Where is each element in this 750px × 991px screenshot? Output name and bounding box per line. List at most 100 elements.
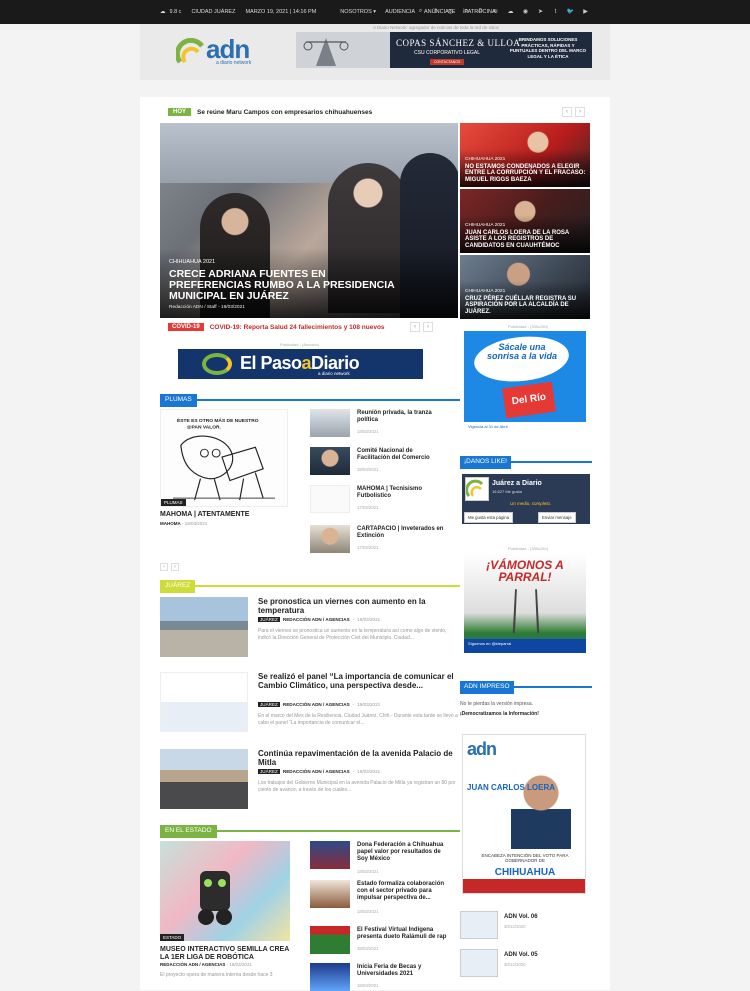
- menu-audiencia[interactable]: AUDIENCIA: [385, 9, 415, 15]
- plumas-list-item[interactable]: Comité Nacional de Facilitación del Come…: [310, 447, 450, 475]
- top-bar: ☁ 9.8 c CIUDAD JUÁREZ MARZO 19, 2021 | 1…: [0, 0, 750, 24]
- page-avatar: [465, 477, 489, 501]
- author: REDACCIÓN ADN / AGENCIAS: [160, 962, 226, 967]
- article-thumbnail[interactable]: [160, 749, 248, 809]
- soundcloud-icon[interactable]: ☁: [506, 7, 515, 16]
- social-icons: ⌕ f ◎ in P ≋ ☁ ◉ ➤ t 🐦 ▶: [416, 7, 590, 16]
- impreso-line-2: ¡Democratizamos la Información!: [460, 711, 539, 717]
- spotify-icon[interactable]: ◉: [521, 7, 530, 16]
- youtube-icon[interactable]: ▶: [581, 7, 590, 16]
- item-date: 18/03/2021: [357, 467, 379, 472]
- next-page-icon[interactable]: ›: [171, 563, 179, 571]
- article-meta: JUÁREZ REDACCIÓN ADN / AGENCIAS -19/03/202…: [258, 769, 381, 774]
- del-rio-ad[interactable]: Sácale una sonrisa a la vida Del Río Vig…: [464, 331, 586, 431]
- plumas-list-item[interactable]: MAHOMA | Tecnisismo Futbolístico 17/03/2…: [310, 485, 450, 513]
- section-header-plumas: PLUMAS: [160, 388, 460, 407]
- fb-like-button[interactable]: Me gusta esta página: [464, 512, 514, 523]
- page-name[interactable]: Juárez a Diario: [492, 480, 542, 487]
- news-ticker: HOY Se reúne Maru Campos con empresarios…: [168, 107, 372, 117]
- article-title[interactable]: Continúa repavimentación de la avenida P…: [258, 749, 458, 768]
- item-date: 17/03/2021: [357, 545, 379, 550]
- magazine-volume-item[interactable]: ADN Vol. 05 30/12/2020: [460, 949, 590, 977]
- widget-title: ¡DANOS LIKE!: [460, 456, 511, 469]
- ticker-headline[interactable]: Se reúne Maru Campos con empresarios chi…: [197, 109, 372, 116]
- estado-list-item[interactable]: Dona Federación a Chihuahua papel valor …: [310, 841, 450, 874]
- law-firm-banner-ad[interactable]: COPAS SÁNCHEZ & ULLOA CSU CORPORATIVO LE…: [296, 32, 592, 68]
- covid-headline[interactable]: COVID-19: Reporta Salud 24 fallecimiento…: [210, 324, 385, 331]
- magazine-volume-item[interactable]: ADN Vol. 06 30/12/2020: [460, 911, 590, 939]
- mine-tower-icon: [512, 589, 540, 633]
- prev-arrow-icon[interactable]: ‹: [410, 322, 420, 332]
- city-label: CIUDAD JUÁREZ: [191, 9, 236, 15]
- plumas-list-item[interactable]: CARTAPACIO | Inveterados en Extinción 17…: [310, 525, 450, 553]
- article-title[interactable]: Se pronostica un viernes con aumento en …: [258, 597, 458, 616]
- linkedin-icon[interactable]: in: [461, 7, 470, 16]
- ad-slogan: Sácale una sonrisa a la vida: [486, 342, 558, 361]
- plumas-main-title[interactable]: MAHOMA | ATENTAMENTE: [160, 511, 249, 518]
- hero-title: CRECE ADRIANA FUENTES EN PREFERENCIAS RU…: [169, 268, 395, 303]
- twitter-icon[interactable]: 🐦: [566, 7, 575, 16]
- item-date: 18/03/2021: [357, 946, 379, 951]
- widget-title: ADN IMPRESO: [460, 681, 514, 694]
- tumblr-icon[interactable]: t: [551, 7, 560, 16]
- menu-nosotros[interactable]: NOSOTROS ▾: [340, 9, 376, 15]
- estado-main-image[interactable]: ESTADO: [160, 841, 290, 941]
- estado-main-title[interactable]: MUSEO INTERACTIVO SEMILLA CREA LA 1ER LI…: [160, 946, 290, 962]
- article-title[interactable]: Se realizó el panel “La importancia de c…: [258, 672, 458, 691]
- ad-label: Publicidad - (Anuncio): [280, 342, 320, 347]
- prev-page-icon[interactable]: ‹: [160, 563, 168, 571]
- date-time: MARZO 19, 2021 | 14:16 PM: [245, 9, 317, 15]
- article-thumbnail[interactable]: [160, 597, 248, 657]
- plumas-cartoon[interactable]: ÉSTE ES OTRO MÁS DE NUESTRO @PAN VALOR. …: [160, 409, 288, 507]
- sidebar: Publicidad - (300x250) Sácale una sonris…: [458, 97, 598, 990]
- estado-list-item[interactable]: Estado formaliza colaboración con el sec…: [310, 880, 450, 914]
- page-slogan: Un medio, completo.: [510, 501, 552, 506]
- article-category: JUÁREZ: [258, 617, 280, 622]
- main-content: HOY Se reúne Maru Campos con empresarios…: [140, 97, 610, 991]
- article-excerpt: En el marco del Mes de la Resiliencia. C…: [258, 713, 458, 727]
- el-paso-diario-ad[interactable]: El PasoaDiario a diario network: [178, 349, 423, 379]
- widget-header-likes: ¡DANOS LIKE!: [460, 450, 592, 469]
- search-icon[interactable]: ⌕: [416, 7, 425, 16]
- facebook-icon[interactable]: f: [431, 7, 440, 16]
- date: 19/03/2021: [357, 769, 381, 774]
- item-thumbnail: [310, 409, 350, 437]
- next-arrow-icon[interactable]: ›: [423, 322, 433, 332]
- instagram-icon[interactable]: ◎: [446, 7, 455, 16]
- parral-ad[interactable]: ¡VÁMONOS A PARRAL! Síguenos en @ideparra…: [464, 553, 586, 653]
- section-header-juarez: JUÁREZ: [160, 574, 460, 593]
- print-magazine-cover[interactable]: adn JUAN CARLOS LOERA ENCABEZA INTENCIÓN…: [462, 734, 586, 894]
- volume-title: ADN Vol. 06: [504, 914, 538, 920]
- juarez-article: Se pronostica un viernes con aumento en …: [160, 597, 460, 659]
- estado-tag: ESTADO: [160, 934, 185, 941]
- rss-icon[interactable]: ≋: [491, 7, 500, 16]
- site-header: A Diario Network: agregador de noticias …: [140, 24, 610, 80]
- firm-slogan: BRINDAMOS SOLUCIONES PRÁCTICAS, RÁPIDAS …: [509, 37, 587, 59]
- article-thumbnail[interactable]: [160, 672, 248, 732]
- telegram-icon[interactable]: ➤: [536, 7, 545, 16]
- svg-text:ÉSTE ES OTRO MÁS DE NUESTRO: ÉSTE ES OTRO MÁS DE NUESTRO: [177, 416, 259, 424]
- section-title: EN EL ESTADO: [160, 825, 217, 838]
- magazine-cover-headline: CHIHUAHUA: [494, 867, 556, 878]
- author: REDACCIÓN ADN / AGENCIAS: [282, 617, 350, 622]
- firm-cta: CONTACTANOS: [430, 59, 465, 65]
- fb-message-button[interactable]: Enviar mensaje: [538, 512, 576, 523]
- item-thumbnail: [310, 841, 350, 869]
- date: 19/03/2021: [357, 702, 381, 707]
- hero-article[interactable]: CHIHUAHUA 2021 CRECE ADRIANA FUENTES EN …: [160, 123, 458, 318]
- firm-name: COPAS SÁNCHEZ & ULLOA: [396, 38, 521, 48]
- item-date: 17/03/2021: [357, 505, 379, 510]
- weather-icon: ☁: [160, 9, 166, 15]
- weather-temp: 9.8 c: [169, 9, 182, 15]
- plumas-list-item[interactable]: Reunión privada, la tranza política 18/0…: [310, 409, 450, 437]
- estado-list-item[interactable]: El Festival Virtual Indígena presenta du…: [310, 926, 450, 954]
- pinterest-icon[interactable]: P: [476, 7, 485, 16]
- estado-list-item[interactable]: Inicia Feria de Becas y Universidades 20…: [310, 963, 450, 991]
- logo-mark-icon: [176, 38, 205, 64]
- cartoon-drawing: ÉSTE ES OTRO MÁS DE NUESTRO @PAN VALOR.: [173, 416, 275, 501]
- volume-date: 30/12/2020: [504, 924, 526, 929]
- item-title: MAHOMA | Tecnisismo Futbolístico: [357, 486, 423, 500]
- article-category: JUÁREZ: [258, 702, 280, 707]
- site-logo[interactable]: adn a diario network: [176, 34, 264, 72]
- section-header-estado: EN EL ESTADO: [160, 819, 460, 838]
